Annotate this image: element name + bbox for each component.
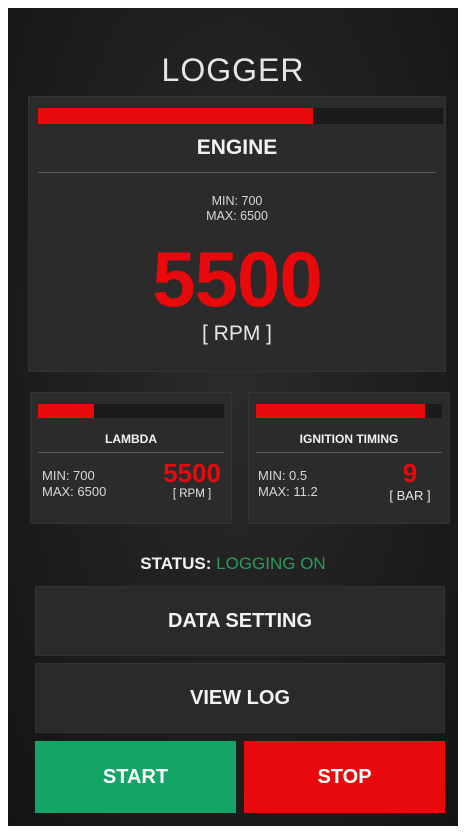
ignition-min: MIN: 0.5 xyxy=(258,468,308,483)
lambda-progress-track xyxy=(38,404,224,418)
ignition-progress-track xyxy=(256,404,442,418)
engine-label: ENGINE xyxy=(196,136,278,159)
lambda-min: MIN: 700 xyxy=(42,468,95,483)
engine-max: MAX: 6500 xyxy=(206,209,268,223)
stop-button[interactable]: STOP xyxy=(244,741,445,813)
start-button[interactable]: START xyxy=(35,741,236,813)
status-label: STATUS: xyxy=(140,554,212,573)
lambda-max: MAX: 6500 xyxy=(42,483,107,499)
engine-min: MIN: 700 xyxy=(211,194,263,208)
view-log-button[interactable]: VIEW LOG xyxy=(35,663,445,733)
engine-progress-track xyxy=(38,108,443,124)
ignition-unit: [ BAR ] xyxy=(389,488,431,503)
engine-unit: [ RPM ] xyxy=(201,322,272,345)
engine-panel: ENGINE MIN: 700 MAX: 6500 5500 [ RPM ] xyxy=(28,96,446,372)
engine-value: 5500 xyxy=(152,235,323,323)
ignition-minmax: MIN: 0.5 MAX: 11.2 xyxy=(258,468,318,499)
engine-divider xyxy=(38,172,436,173)
lambda-unit: [ RPM ] xyxy=(172,488,212,500)
lambda-panel: LAMBDA MIN: 700 MAX: 6500 5500 [ RPM ] xyxy=(30,392,232,524)
ignition-label: IGNITION TIMING xyxy=(299,432,399,446)
status-value: LOGGING ON xyxy=(216,554,326,573)
ignition-divider xyxy=(256,452,442,453)
ignition-value: 9 xyxy=(402,458,418,488)
lambda-value: 5500 xyxy=(163,458,221,488)
ignition-progress-fill xyxy=(256,404,426,418)
lambda-divider xyxy=(38,452,224,453)
logger-screen: LOGGER ENGINE MIN: 700 MAX: 6500 5500 [ … xyxy=(8,8,458,826)
ignition-timing-panel: IGNITION TIMING MIN: 0.5 MAX: 11.2 9 [ B… xyxy=(248,392,450,524)
status-line: STATUS: LOGGING ON xyxy=(8,554,458,574)
page-title: LOGGER xyxy=(161,52,305,88)
data-setting-button[interactable]: DATA SETTING xyxy=(35,586,445,656)
lambda-progress-fill xyxy=(38,404,94,418)
lambda-label: LAMBDA xyxy=(105,432,157,446)
lambda-minmax: MIN: 700 MAX: 6500 xyxy=(42,468,106,499)
ignition-max: MAX: 11.2 xyxy=(258,483,318,499)
engine-minmax: MIN: 700 MAX: 6500 xyxy=(28,194,446,224)
engine-progress-fill xyxy=(38,108,314,124)
